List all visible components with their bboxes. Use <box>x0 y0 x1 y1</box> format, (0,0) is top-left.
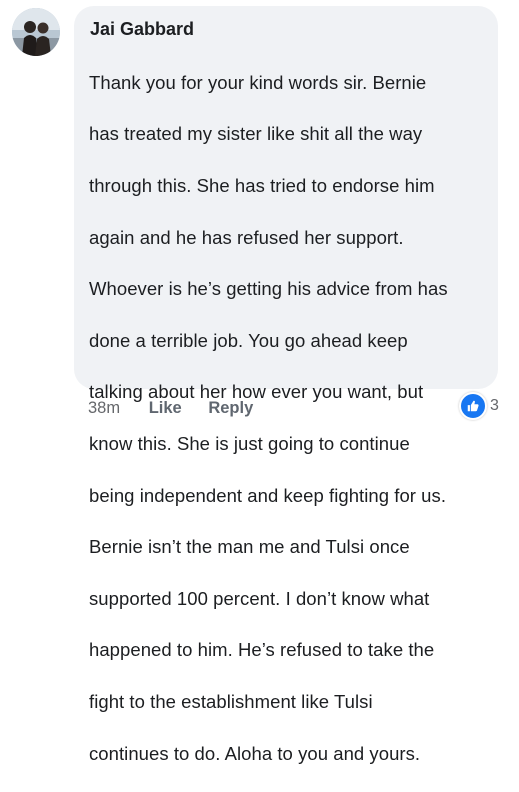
comment-line: again and he has refused her support. <box>89 226 404 248</box>
comment-line: Thank you for your kind words sir. Berni… <box>89 71 427 93</box>
avatar[interactable] <box>12 8 60 56</box>
reaction-count: 3 <box>490 397 499 414</box>
comment-line: through this. She has tried to endorse h… <box>89 174 435 196</box>
reaction-summary[interactable]: 3 <box>459 392 499 420</box>
thumbs-up-glyph <box>467 400 479 412</box>
comment-line: fight to the establishment like Tulsi <box>89 690 373 712</box>
comment-bubble: Jai Gabbard Thank you for your kind word… <box>74 6 498 764</box>
comment-line: Whoever is he’s getting his advice from … <box>89 278 448 300</box>
profile-photo <box>12 8 60 56</box>
comment-line: done a terrible job. You go ahead keep <box>89 329 408 351</box>
comment-text: Thank you for your kind words sir. Berni… <box>89 44 488 792</box>
comment-author[interactable]: Jai Gabbard <box>90 18 488 40</box>
thumbs-up-icon <box>459 392 487 420</box>
reply-button[interactable]: Reply <box>208 398 253 418</box>
comment-line: happened to him. He’s refused to take th… <box>89 639 435 661</box>
comment-timestamp[interactable]: 38m <box>88 398 120 418</box>
comment-line: being independent and keep fighting for … <box>89 484 447 506</box>
comment-line: Bernie isn’t the man me and Tulsi once <box>89 536 410 558</box>
comment-line: has treated my sister like shit all the … <box>89 123 423 145</box>
comment-line: supported 100 percent. I don’t know what <box>89 587 430 609</box>
comment-actions: 38m Like Reply <box>88 398 253 418</box>
comment-line: know this. She is just going to continue <box>89 432 410 454</box>
comment-line: continues to do. Aloha to you and yours. <box>89 742 421 764</box>
like-button[interactable]: Like <box>149 398 182 418</box>
